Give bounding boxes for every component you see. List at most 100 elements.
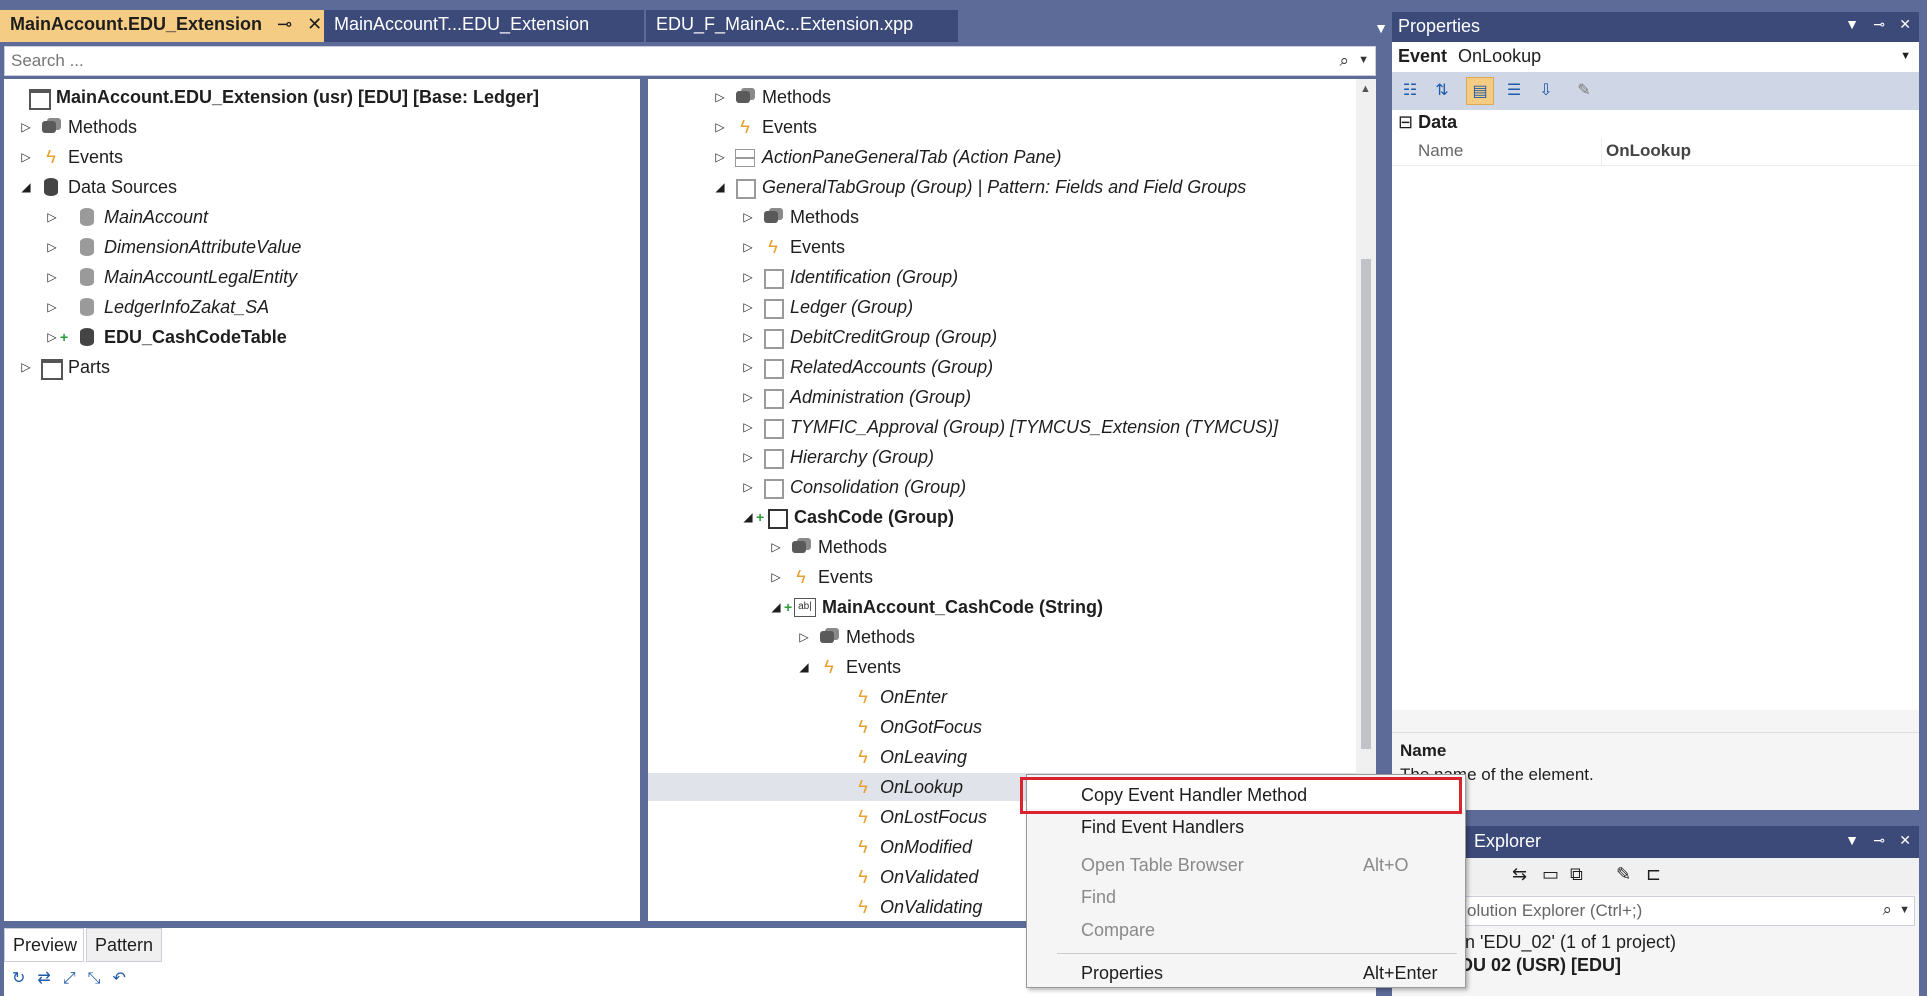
tab-edu-f-mainac-xpp[interactable]: EDU_F_MainAc...Extension.xpp (646, 10, 958, 42)
tree-root[interactable]: MainAccount.EDU_Extension (usr) [EDU] [B… (22, 83, 539, 111)
tree-item-group[interactable]: ▷ Administration (Group) (740, 383, 971, 411)
expand-icon[interactable]: ▷ (740, 270, 756, 284)
tree-item-events[interactable]: ▷ ϟ Events (712, 113, 817, 141)
collapse-all-icon[interactable]: ▭ (1542, 864, 1559, 885)
wrench-icon[interactable]: ✎ (1570, 77, 1598, 105)
chevron-down-icon[interactable]: ▼ (1900, 50, 1911, 62)
expand-icon[interactable]: ▷ (712, 150, 728, 164)
collapse-icon[interactable]: ⊟ (1398, 112, 1413, 132)
tree-item-cashcode-field[interactable]: ◢+ MainAccount_CashCode (String) (768, 593, 1103, 621)
tree-item-methods[interactable]: ▷ Methods (740, 203, 859, 231)
preview-icon[interactable]: ⊏ (1646, 864, 1661, 885)
alphabetical-icon[interactable]: ⇅ (1428, 77, 1456, 105)
tree-item-data-sources[interactable]: ◢ Data Sources (18, 173, 177, 201)
tree-item-events[interactable]: ▷ ϟ Events (768, 563, 873, 591)
tree-item-events[interactable]: ▷ ϟ Events (18, 143, 123, 171)
expand-icon[interactable]: ⤢ (63, 970, 88, 987)
expand-icon[interactable]: ▷ (740, 480, 756, 494)
tree-item-datasource[interactable]: ▷ MainAccount (44, 203, 208, 231)
collapse-icon[interactable]: ◢ (712, 180, 728, 194)
tree-item-event[interactable]: ϟ OnEnter (846, 683, 947, 711)
collapse-icon[interactable]: ◢ (18, 180, 34, 194)
tree-item-events[interactable]: ▷ ϟ Events (740, 233, 845, 261)
expand-icon[interactable]: ▷ (18, 360, 34, 374)
expand-icon[interactable]: ▷ (44, 270, 60, 284)
tree-item-methods[interactable]: ▷ Methods (796, 623, 915, 651)
search-icon[interactable]: ⌕ (1882, 900, 1892, 920)
categorized-icon[interactable]: ☷ (1396, 77, 1424, 105)
expand-icon[interactable]: ▷ (18, 150, 34, 164)
collapse-icon[interactable]: ◢ (740, 510, 756, 524)
menu-item-find[interactable]: Find (1027, 881, 1465, 911)
tree-item-datasource[interactable]: ▷ LedgerInfoZakat_SA (44, 293, 269, 321)
tree-item-methods[interactable]: ▷ Methods (712, 83, 831, 111)
project-node[interactable]: EDU 02 (USR) [EDU] (1392, 953, 1919, 976)
sync-icon[interactable]: ⇆ (1512, 864, 1527, 885)
undo-icon[interactable]: ↶ (112, 970, 137, 987)
tree-item-group[interactable]: ▷ Ledger (Group) (740, 293, 913, 321)
list-view-icon[interactable]: ☰ (1500, 77, 1528, 105)
tree-item-datasource[interactable]: ▷ DimensionAttributeValue (44, 233, 301, 261)
expand-icon[interactable]: ▷ (44, 330, 60, 344)
expand-icon[interactable]: ▷ (712, 90, 728, 104)
search-dropdown-icon[interactable]: ▼ (1358, 54, 1369, 66)
menu-item-compare[interactable]: Compare (1027, 914, 1465, 944)
tree-item-methods[interactable]: ▷ Methods (768, 533, 887, 561)
properties-page-icon[interactable]: ▤ (1466, 77, 1494, 105)
menu-item-find-event-handlers[interactable]: Find Event Handlers (1027, 811, 1465, 841)
tab-mainaccountt-extension[interactable]: MainAccountT...EDU_Extension (324, 10, 644, 42)
expand-icon[interactable]: ▷ (740, 360, 756, 374)
expand-icon[interactable]: ▷ (740, 330, 756, 344)
window-menu-icon[interactable]: ▼ (1845, 832, 1859, 848)
tree-item-event[interactable]: ϟ OnValidating (846, 893, 982, 921)
tree-item-general-tab-group[interactable]: ◢ GeneralTabGroup (Group) | Pattern: Fie… (712, 173, 1246, 201)
menu-item-open-table-browser[interactable]: Open Table Browser Alt+O (1027, 849, 1465, 879)
tab-overflow-dropdown-icon[interactable]: ▼ (1374, 20, 1388, 36)
tree-item-event[interactable]: ϟ OnValidated (846, 863, 978, 891)
show-all-icon[interactable]: ⧉ (1570, 864, 1583, 885)
property-value[interactable]: OnLookup (1602, 138, 1691, 165)
property-row-name[interactable]: Name OnLookup (1392, 138, 1919, 166)
tree-item-parts[interactable]: ▷ Parts (18, 353, 110, 381)
expand-icon[interactable]: ▷ (18, 120, 34, 134)
search-icon[interactable]: ⌕ (1339, 51, 1349, 71)
chevron-down-icon[interactable]: ▼ (1899, 904, 1910, 916)
expand-icon[interactable]: ▷ (796, 630, 812, 644)
pin-icon[interactable]: ⊸ (1873, 16, 1885, 33)
expand-icon[interactable]: ▷ (740, 300, 756, 314)
tree-item-group[interactable]: ▷ Consolidation (Group) (740, 473, 966, 501)
collapse-icon[interactable]: ◢ (796, 660, 812, 674)
tree-item-events[interactable]: ◢ ϟ Events (796, 653, 901, 681)
collapse-icon[interactable]: ◢ (768, 600, 784, 614)
tab-preview[interactable]: Preview (4, 928, 84, 962)
sync-icon[interactable]: ⇄ (37, 970, 62, 987)
category-data[interactable]: ⊟ Data (1392, 110, 1919, 138)
tab-mainaccount-extension[interactable]: MainAccount.EDU_Extension ⊸ ✕ (0, 10, 324, 42)
pin-icon[interactable]: ⊸ (1873, 832, 1885, 849)
tree-item-event[interactable]: ϟ OnModified (846, 833, 972, 861)
expand-icon[interactable]: ▷ (740, 450, 756, 464)
tree-item-action-pane[interactable]: ▷ ActionPaneGeneralTab (Action Pane) (712, 143, 1062, 171)
expand-icon[interactable]: ▷ (740, 390, 756, 404)
tree-item-methods[interactable]: ▷ Methods (18, 113, 137, 141)
tree-item-event[interactable]: ϟ OnLeaving (846, 743, 967, 771)
expand-icon[interactable]: ▷ (712, 120, 728, 134)
pin-icon[interactable]: ⊸ (277, 14, 292, 35)
expand-icon[interactable]: ▷ (44, 210, 60, 224)
expand-icon[interactable]: ▷ (768, 540, 784, 554)
window-menu-icon[interactable]: ▼ (1845, 16, 1859, 32)
tree-item-event[interactable]: ϟ OnLostFocus (846, 803, 987, 831)
object-selector[interactable]: Event OnLookup ▼ (1392, 42, 1919, 72)
tree-item-group[interactable]: ▷ DebitCreditGroup (Group) (740, 323, 997, 351)
solution-node[interactable]: ution 'EDU_02' (1 of 1 project) (1392, 928, 1919, 953)
tree-item-group[interactable]: ▷ TYMFIC_Approval (Group) [TYMCUS_Extens… (740, 413, 1278, 441)
tree-item-datasource[interactable]: ▷ MainAccountLegalEntity (44, 263, 297, 291)
collapse-icon[interactable]: ⤡ (88, 970, 113, 987)
refresh-icon[interactable]: ↻ (12, 970, 37, 987)
close-icon[interactable]: ✕ (1899, 16, 1911, 33)
close-icon[interactable]: ✕ (1899, 832, 1911, 849)
solution-search-input[interactable]: olution Explorer (Ctrl+;) ⌕ ▼ (1396, 896, 1915, 926)
close-icon[interactable]: ✕ (307, 14, 322, 35)
expand-icon[interactable]: ▷ (44, 300, 60, 314)
tree-item-group[interactable]: ▷ Identification (Group) (740, 263, 958, 291)
